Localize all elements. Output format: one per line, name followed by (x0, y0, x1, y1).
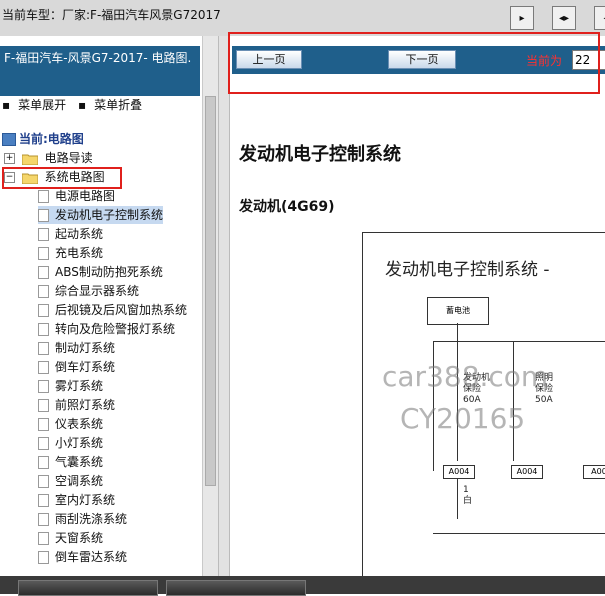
tree-item[interactable]: 雨刮洗涤系统 (38, 510, 127, 528)
battery-box: 蓄电池 (427, 297, 489, 325)
tree-item-label: 雾灯系统 (55, 379, 104, 393)
tree-item-label: 仪表系统 (55, 417, 104, 431)
left-panel: F-福田汽车-风景G7-2017- 电路图. ▪ 菜单展开 ▪ 菜单折叠 当前:电路… (0, 36, 218, 576)
tree-item[interactable]: 天窗系统 (38, 529, 103, 547)
tree-item[interactable]: 电源电路图 (38, 187, 115, 205)
expand-all-icon: ▪ (2, 98, 11, 112)
document-icon (38, 190, 49, 203)
watermark-code: CY20165 (400, 402, 526, 435)
tree-item[interactable]: 室内灯系统 (38, 491, 115, 509)
scrollbar-thumb[interactable] (205, 96, 216, 486)
tree-item-label: 倒车雷达系统 (55, 550, 128, 564)
tree-item-label: 前照灯系统 (55, 398, 116, 412)
document-icon (38, 513, 49, 526)
tree-item[interactable]: 倒车灯系统 (38, 358, 115, 376)
document-icon (38, 551, 49, 564)
document-icon (38, 247, 49, 260)
computer-icon (2, 133, 16, 146)
tree-root-label: 当前:电路图 (19, 132, 84, 146)
tree-item[interactable]: 制动灯系统 (38, 339, 115, 357)
tree-item-label: 制动灯系统 (55, 341, 116, 355)
document-icon (38, 361, 49, 374)
diagram-title: 发动机电子控制系统 - (385, 260, 550, 280)
tree-item-label: 天窗系统 (55, 531, 104, 545)
tree-item[interactable]: 倒车雷达系统 (38, 548, 127, 566)
connector-3: A00 (583, 465, 605, 479)
connector-2: A004 (511, 465, 543, 479)
tree-item[interactable]: 后视镜及后风窗加热系统 (38, 301, 187, 319)
document-icon (38, 456, 49, 469)
page-subtitle: 发动机(4G69) (239, 199, 335, 215)
toolbar-button-2[interactable]: ◂▸ (552, 6, 576, 30)
tree-item-label: 转向及危险警报灯系统 (55, 322, 176, 336)
right-panel: 上一页 下一页 当前为 22 发动机电子控制系统 发动机(4G69) 发动机电子… (230, 36, 605, 576)
tree-group-circuit-guide[interactable]: + 电路导读 (4, 149, 93, 167)
top-bar: 当前车型：厂家:F-福田汽车风景G72017 ▸ ◂▸ ◂ (0, 0, 605, 36)
tree-item[interactable]: 小灯系统 (38, 434, 103, 452)
tree-item-label: 充电系统 (55, 246, 104, 260)
tree-item-label: 小灯系统 (55, 436, 104, 450)
vehicle-title: 当前车型：厂家:F-福田汽车风景G72017 (2, 8, 221, 22)
document-icon (38, 266, 49, 279)
toolbar-button-3[interactable]: ◂ (594, 6, 605, 30)
tree-item[interactable]: 空调系统 (38, 472, 103, 490)
connector-1: A004 (443, 465, 475, 479)
left-scrollbar[interactable] (202, 36, 219, 576)
watermark-site: car388.com (382, 360, 549, 393)
tree-item[interactable]: 综合显示器系统 (38, 282, 139, 300)
highlight-box-nav (228, 32, 600, 94)
document-icon (38, 399, 49, 412)
tree-item[interactable]: 充电系统 (38, 244, 103, 262)
tree-item-label: 综合显示器系统 (55, 284, 140, 298)
document-icon (38, 532, 49, 545)
collapse-all-link[interactable]: 菜单折叠 (94, 98, 142, 112)
tree-item-label: 空调系统 (55, 474, 104, 488)
document-icon (38, 418, 49, 431)
panel-splitter[interactable] (218, 36, 230, 576)
tree-item-label: 雨刮洗涤系统 (55, 512, 128, 526)
tree-item-label: 室内灯系统 (55, 493, 116, 507)
tree-item-label: 倒车灯系统 (55, 360, 116, 374)
tree-item-label: 后视镜及后风窗加热系统 (55, 303, 188, 317)
tree-root[interactable]: 当前:电路图 (2, 130, 84, 148)
tree-item[interactable]: 发动机电子控制系统 (38, 206, 164, 224)
tree-item-label: 气囊系统 (55, 455, 104, 469)
document-icon (38, 380, 49, 393)
wire-label: 1白 (463, 485, 473, 506)
collapse-all-icon: ▪ (77, 98, 87, 112)
bottom-bar (0, 576, 605, 596)
document-icon (38, 494, 49, 507)
highlight-box-tree (2, 167, 122, 189)
model-header: F-福田汽车-风景G7-2017- 电路图. (0, 46, 200, 96)
tree-item[interactable]: 仪表系统 (38, 415, 103, 433)
tree-group-label: 电路导读 (44, 151, 93, 165)
folder-icon (21, 154, 38, 165)
tree-item[interactable]: ABS制动防抱死系统 (38, 263, 163, 281)
document-icon (38, 342, 49, 355)
tree-item-label: 发动机电子控制系统 (55, 208, 164, 222)
document-icon (38, 285, 49, 298)
tree-item[interactable]: 转向及危险警报灯系统 (38, 320, 175, 338)
tree-item-label: 电源电路图 (55, 189, 116, 203)
tree-item[interactable]: 雾灯系统 (38, 377, 103, 395)
tree-item[interactable]: 前照灯系统 (38, 396, 115, 414)
expand-all-link[interactable]: 菜单展开 (18, 98, 66, 112)
document-icon (38, 475, 49, 488)
document-icon (38, 228, 49, 241)
tree-item[interactable]: 气囊系统 (38, 453, 103, 471)
tree-item-label: 起动系统 (55, 227, 104, 241)
document-icon (38, 323, 49, 336)
tree-item-label: ABS制动防抱死系统 (55, 265, 163, 279)
document-icon (38, 437, 49, 450)
expand-plus-icon[interactable]: + (4, 153, 15, 164)
document-icon (38, 209, 49, 222)
toolbar-button-1[interactable]: ▸ (510, 6, 534, 30)
tree-item[interactable]: 起动系统 (38, 225, 103, 243)
document-icon (38, 304, 49, 317)
menu-controls: ▪ 菜单展开 ▪ 菜单折叠 (2, 96, 150, 113)
page-title: 发动机电子控制系统 (239, 144, 401, 165)
